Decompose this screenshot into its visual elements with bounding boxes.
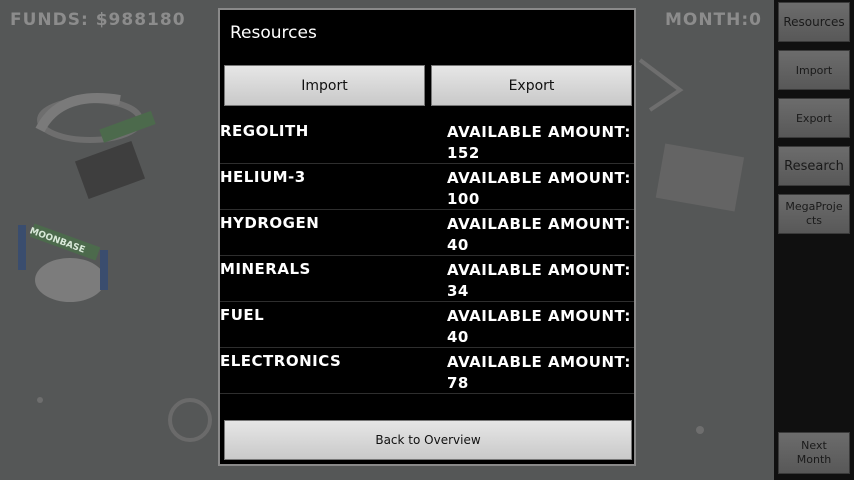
sidebar-resources-button[interactable]: Resources [778,2,850,42]
amount-value: 100 [447,190,480,208]
amount-value: 34 [447,282,469,300]
amount-value: 78 [447,374,469,392]
resource-row: HELIUM-3 AVAILABLE AMOUNT: 100 [220,164,634,210]
resource-name: HELIUM-3 [220,168,306,186]
resource-amount: AVAILABLE AMOUNT: 152 [447,122,631,164]
amount-label: AVAILABLE AMOUNT: [447,353,631,371]
amount-label: AVAILABLE AMOUNT: [447,169,631,187]
back-to-overview-button[interactable]: Back to Overview [224,420,632,460]
resource-row: ELECTRONICS AVAILABLE AMOUNT: 78 [220,348,634,394]
amount-label: AVAILABLE AMOUNT: [447,215,631,233]
amount-value: 40 [447,328,469,346]
amount-label: AVAILABLE AMOUNT: [447,307,631,325]
resource-row: HYDROGEN AVAILABLE AMOUNT: 40 [220,210,634,256]
resource-amount: AVAILABLE AMOUNT: 40 [447,306,631,348]
resource-name: FUEL [220,306,265,324]
amount-value: 152 [447,144,480,162]
import-button[interactable]: Import [224,65,425,106]
month-display: MONTH:0 [664,10,762,30]
sidebar-export-button[interactable]: Export [778,98,850,138]
sidebar-research-button[interactable]: Research [778,146,850,186]
resource-name: REGOLITH [220,122,309,140]
amount-value: 40 [447,236,469,254]
resource-name: ELECTRONICS [220,352,342,370]
export-button[interactable]: Export [431,65,632,106]
amount-label: AVAILABLE AMOUNT: [447,261,631,279]
sidebar-import-button[interactable]: Import [778,50,850,90]
sidebar-megaprojects-button[interactable]: MegaProje cts [778,194,850,234]
resource-amount: AVAILABLE AMOUNT: 40 [447,214,631,256]
resource-amount: AVAILABLE AMOUNT: 100 [447,168,631,210]
resource-row: FUEL AVAILABLE AMOUNT: 40 [220,302,634,348]
resource-row: MINERALS AVAILABLE AMOUNT: 34 [220,256,634,302]
resource-amount: AVAILABLE AMOUNT: 78 [447,352,631,394]
resource-name: HYDROGEN [220,214,320,232]
resource-amount: AVAILABLE AMOUNT: 34 [447,260,631,302]
resource-row: REGOLITH AVAILABLE AMOUNT: 152 [220,118,634,164]
next-month-button[interactable]: Next Month [778,432,850,474]
resource-name: MINERALS [220,260,311,278]
dialog-title: Resources [230,23,317,43]
resource-list: REGOLITH AVAILABLE AMOUNT: 152 HELIUM-3 A… [220,118,634,394]
amount-label: AVAILABLE AMOUNT: [447,123,631,141]
resources-dialog: Resources Import Export REGOLITH AVAILAB… [218,8,636,466]
funds-display: FUNDS: $988180 [10,10,186,30]
